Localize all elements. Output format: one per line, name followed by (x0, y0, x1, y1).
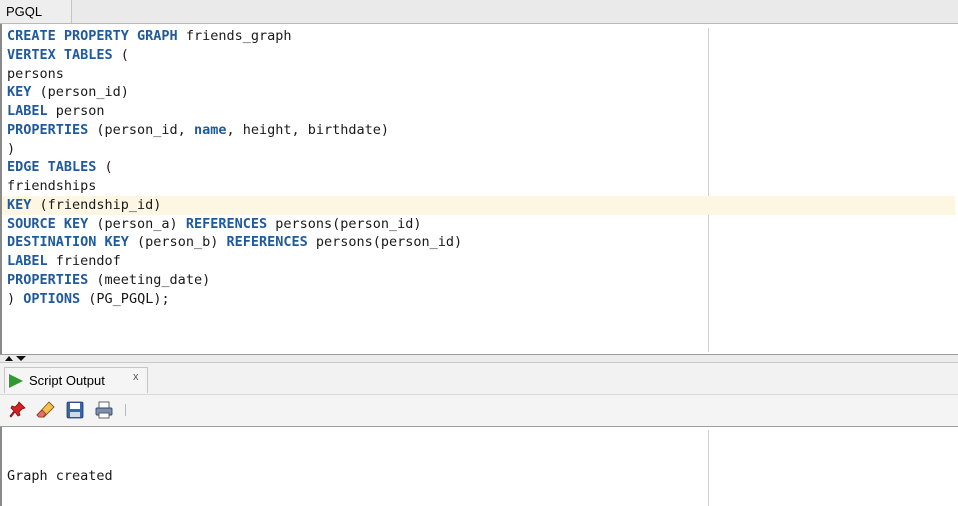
code-keyword: KEY (7, 196, 32, 213)
code-line[interactable]: PROPERTIES (person_id, name, height, bir… (7, 121, 462, 140)
code-line[interactable]: PROPERTIES (meeting_date) (7, 271, 462, 290)
code-text: persons (7, 65, 64, 82)
code-text: , height, birthdate) (226, 121, 390, 138)
code-content[interactable]: CREATE PROPERTY GRAPH friends_graph VERTE… (1, 27, 956, 309)
code-line[interactable]: KEY (friendship_id) (1, 195, 956, 215)
code-line[interactable]: SOURCE KEY (person_a) REFERENCES persons… (7, 215, 462, 234)
close-tab-icon[interactable]: x (133, 371, 139, 383)
code-line[interactable]: EDGE TABLES ( (7, 158, 462, 177)
code-line[interactable]: KEY (person_id) (7, 83, 462, 102)
code-line[interactable]: ) OPTIONS (PG_PGQL); (7, 290, 462, 309)
tab-pgql[interactable]: PGQL (0, 0, 72, 23)
print-icon[interactable] (94, 401, 114, 419)
code-line[interactable]: LABEL friendof (7, 252, 462, 271)
output-tab-bar: Script Output x (0, 363, 958, 395)
code-text: person (47, 103, 105, 119)
code-text: ( (112, 46, 129, 63)
code-keyword: DESTINATION KEY (7, 234, 129, 251)
code-keyword: LABEL (7, 253, 48, 269)
collapse-up-icon[interactable] (5, 356, 13, 361)
right-margin-guide (708, 28, 709, 352)
code-keyword: REFERENCES (185, 215, 268, 232)
tab-script-output-label: Script Output (29, 373, 105, 388)
run-script-icon (9, 374, 23, 388)
code-keyword: KEY (7, 84, 32, 101)
code-keyword: CREATE PROPERTY GRAPH (7, 28, 178, 44)
pin-icon[interactable] (8, 401, 28, 419)
eraser-icon[interactable] (36, 401, 56, 419)
output-text: Graph created (7, 468, 113, 484)
code-line[interactable]: CREATE PROPERTY GRAPH friends_graph (7, 27, 462, 46)
code-text: ) (7, 290, 24, 307)
code-text: (meeting_date) (88, 271, 211, 288)
code-line[interactable]: ) (7, 140, 462, 159)
code-line[interactable]: LABEL person (7, 102, 462, 121)
code-line[interactable]: VERTEX TABLES ( (7, 46, 462, 65)
code-line[interactable]: DESTINATION KEY (person_b) REFERENCES pe… (7, 233, 462, 252)
code-keyword: VERTEX TABLES (7, 46, 113, 63)
code-text: friendof (47, 253, 121, 269)
code-text: ( (96, 159, 113, 176)
code-text: (PG_PGQL); (80, 290, 170, 307)
code-text: friendships (7, 178, 97, 194)
code-text: persons(person_id) (267, 215, 422, 232)
toolbar-separator (125, 404, 126, 416)
code-text: friends_graph (177, 28, 292, 44)
collapse-down-icon[interactable] (16, 356, 26, 361)
code-keyword: REFERENCES (226, 234, 308, 251)
code-keyword: name (193, 121, 227, 138)
code-text: (person_a) (88, 215, 186, 232)
code-text: (person_id) (31, 84, 129, 101)
code-text: ) (7, 140, 16, 157)
code-line[interactable]: friendships (7, 177, 462, 196)
code-text: persons(person_id) (307, 234, 463, 251)
code-line[interactable]: persons (7, 65, 462, 84)
code-keyword: OPTIONS (23, 290, 81, 307)
script-output-area[interactable]: Graph created (0, 427, 958, 506)
editor-tab-bar: PGQL (0, 0, 958, 24)
code-keyword: PROPERTIES (7, 121, 89, 138)
code-keyword: SOURCE KEY (7, 215, 89, 232)
code-keyword: PROPERTIES (7, 271, 89, 288)
panel-splitter[interactable] (0, 354, 958, 363)
output-toolbar (0, 395, 958, 427)
output-margin-guide (708, 430, 709, 506)
save-icon[interactable] (65, 401, 85, 419)
code-text: (person_b) (128, 234, 227, 251)
code-text: (person_id, (88, 121, 194, 138)
code-editor[interactable]: CREATE PROPERTY GRAPH friends_graph VERTE… (0, 24, 958, 354)
code-keyword: LABEL (7, 103, 48, 119)
code-keyword: EDGE TABLES (7, 159, 97, 176)
tab-script-output[interactable]: Script Output x (4, 367, 148, 393)
tab-pgql-label: PGQL (6, 4, 43, 19)
code-text: (friendship_id) (31, 196, 162, 213)
